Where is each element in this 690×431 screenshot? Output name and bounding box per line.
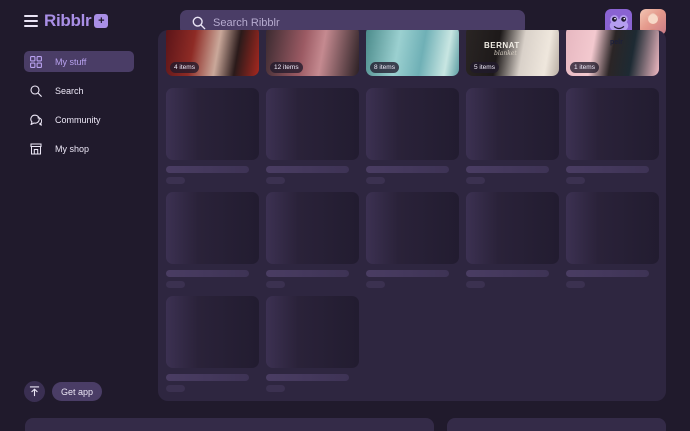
collection-card[interactable]: 4 items: [166, 30, 259, 76]
shop-icon: [30, 142, 42, 155]
loading-placeholder-card: [266, 192, 359, 288]
upload-icon: [29, 386, 40, 397]
get-app-button[interactable]: Get app: [52, 382, 103, 401]
loading-placeholder-card: [566, 88, 659, 184]
collections-row: 4 items 12 items 8 items BERNAT blanket …: [166, 30, 659, 76]
collection-card[interactable]: 12 items: [266, 30, 359, 76]
loading-placeholder-card: [266, 88, 359, 184]
sidebar-item-label: My shop: [55, 143, 90, 154]
loading-placeholder-card: [566, 192, 659, 288]
loading-placeholder-card: [166, 192, 259, 288]
sidebar-item-label: My stuff: [55, 56, 87, 67]
item-count-badge: 12 items: [270, 62, 303, 73]
item-count-badge: 1 items: [570, 62, 599, 73]
logo-badge: +: [94, 14, 109, 28]
bottom-panel-right: [447, 418, 666, 431]
search-input[interactable]: [213, 16, 503, 29]
search-icon: [30, 84, 42, 97]
sidebar-item-my-shop[interactable]: My shop: [24, 138, 134, 159]
item-count-badge: 4 items: [170, 62, 199, 73]
sidebar-item-label: Search: [55, 85, 84, 96]
ribblr-logo[interactable]: Ribblr +: [44, 11, 109, 31]
sidebar-item-search[interactable]: Search: [24, 80, 134, 101]
logo-text: Ribblr: [44, 11, 92, 30]
product-label-subtext: blanket: [494, 50, 517, 57]
loading-placeholder-card: [166, 296, 259, 392]
product-label-text: BERNAT: [484, 41, 520, 50]
chat-bubbles-icon: [30, 114, 42, 126]
get-app-area: Get app: [24, 381, 103, 402]
loading-placeholder-card: [166, 88, 259, 184]
product-label-text: pelr: [610, 39, 623, 46]
upload-button[interactable]: [24, 381, 45, 402]
item-count-badge: 8 items: [370, 62, 399, 73]
sidebar-item-my-stuff[interactable]: My stuff: [24, 51, 134, 72]
my-stuff-panel: 4 items 12 items 8 items BERNAT blanket …: [158, 30, 666, 401]
loading-placeholder-card: [266, 296, 359, 392]
loading-placeholder-card: [466, 192, 559, 288]
collection-card[interactable]: pelr 1 items: [566, 30, 659, 76]
sidebar-nav: My stuff Search Community My shop: [24, 51, 134, 167]
loading-placeholder-card: [366, 88, 459, 184]
hamburger-menu-icon[interactable]: [24, 15, 38, 27]
loading-placeholder-card: [466, 88, 559, 184]
bottom-panel-left: [25, 418, 434, 431]
sidebar-item-label: Community: [55, 114, 101, 125]
search-icon: [192, 16, 206, 29]
loading-placeholder-card: [366, 192, 459, 288]
sidebar-item-community[interactable]: Community: [24, 109, 134, 130]
item-count-badge: 5 items: [470, 62, 499, 73]
collection-card[interactable]: 8 items: [366, 30, 459, 76]
collection-card[interactable]: BERNAT blanket 5 items: [466, 30, 559, 76]
grid-icon: [30, 55, 42, 68]
